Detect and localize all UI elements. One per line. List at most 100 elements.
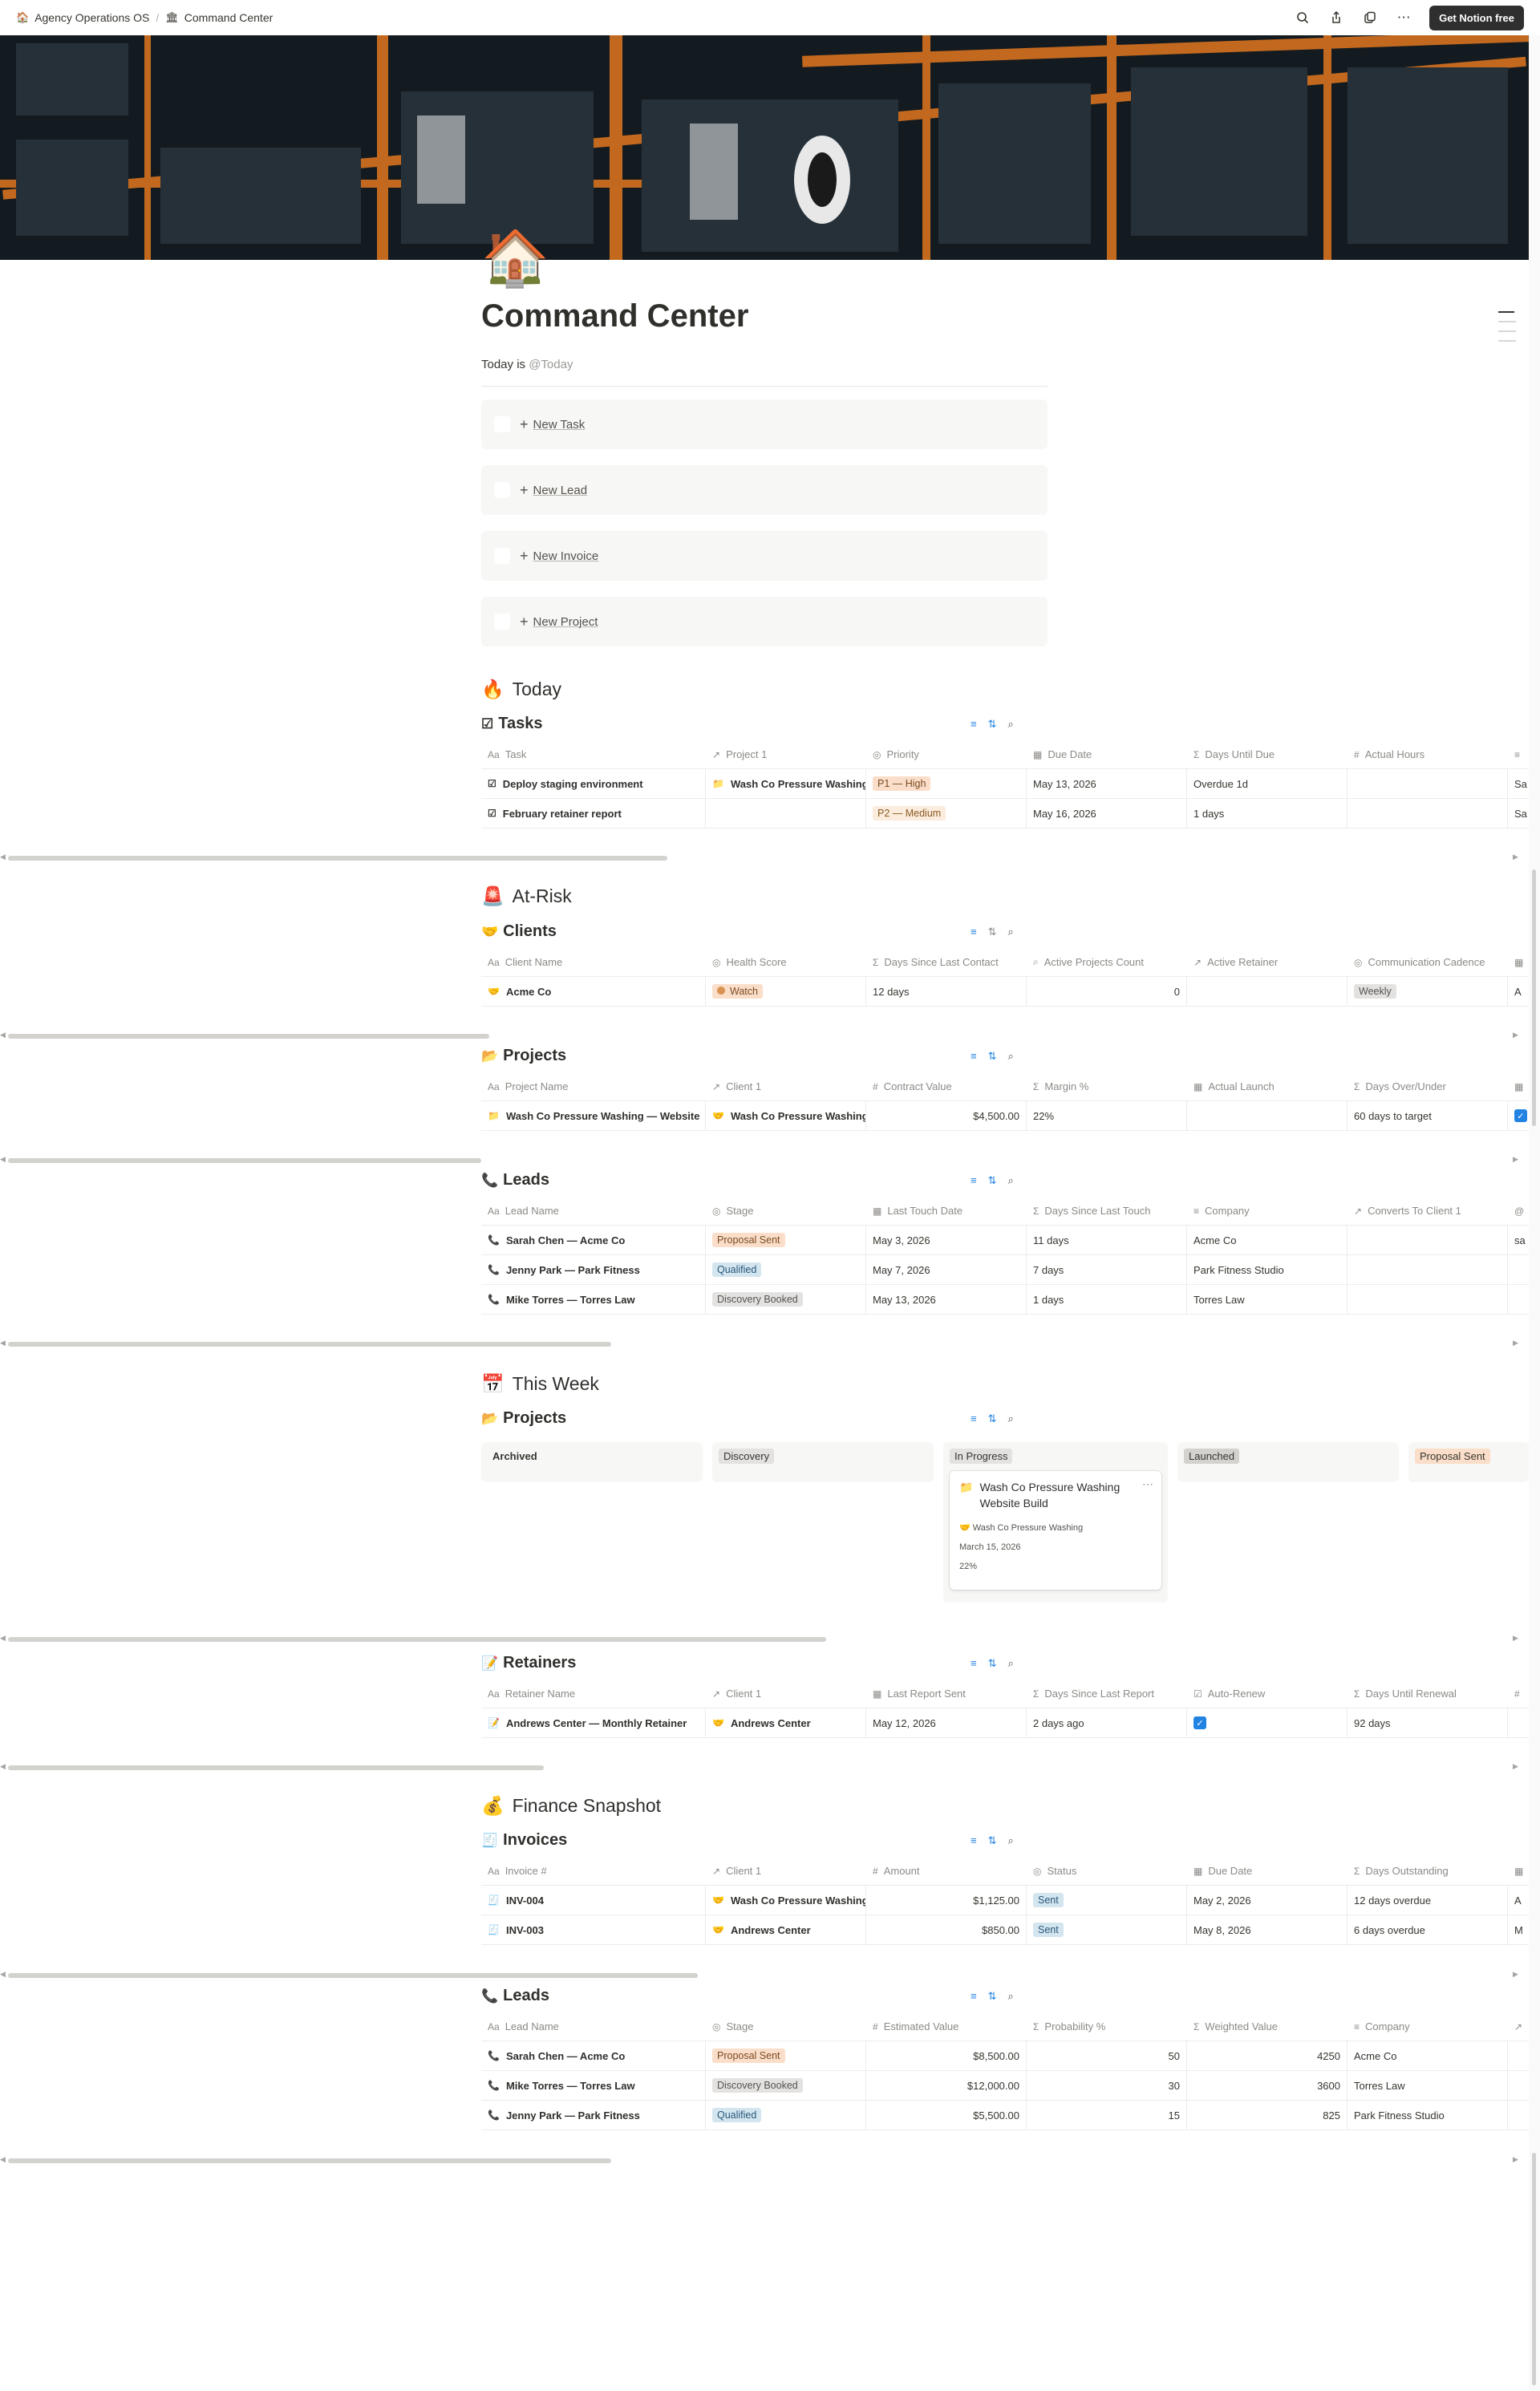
scroll-thumb[interactable] <box>8 856 667 861</box>
scroll-left-icon[interactable]: ◀ <box>0 1762 6 1771</box>
due-date-cell[interactable]: May 13, 2026 <box>1027 769 1187 798</box>
more-icon[interactable]: ⋯ <box>1396 10 1412 26</box>
col-header[interactable]: ▦ Due Date <box>1027 740 1187 768</box>
col-header[interactable]: # Amount <box>866 1857 1027 1885</box>
table-row[interactable]: 📞 Mike Torres — Torres Law Discovery Book… <box>481 1285 1529 1315</box>
scroll-thumb[interactable] <box>8 1342 611 1347</box>
col-header[interactable]: ≡ Company <box>1348 2012 1508 2040</box>
leads-fin-horizontal-scrollbar[interactable]: ◀ ▶ <box>0 2154 1529 2166</box>
col-header[interactable]: # Estimated Value <box>866 2012 1027 2040</box>
filter-icon[interactable]: ≡ <box>971 1990 977 2003</box>
scroll-thumb[interactable] <box>8 1034 489 1039</box>
page-scrollbar-thumb-lower[interactable] <box>1532 2153 1536 2385</box>
col-header[interactable]: Σ Days Since Last Touch <box>1027 1197 1187 1225</box>
converts-cell[interactable] <box>1348 1226 1508 1254</box>
lead-name-cell[interactable]: 📞 Jenny Park — Park Fitness <box>481 1255 706 1284</box>
table-row[interactable]: 📁 Wash Co Pressure Washing — Website 🤝 Was… <box>481 1101 1529 1131</box>
checkbox-checked[interactable]: ✓ <box>1194 1716 1206 1729</box>
col-header[interactable]: ↗ Project 1 <box>706 740 866 768</box>
last-report-cell[interactable]: May 12, 2026 <box>866 1708 1027 1737</box>
col-header[interactable]: # <box>1508 1680 1529 1708</box>
table-row[interactable]: 🧾 INV-004 🤝 Wash Co Pressure Washing $1,12… <box>481 1886 1529 1915</box>
scroll-left-icon[interactable]: ◀ <box>0 1031 6 1039</box>
scroll-right-icon[interactable]: ▶ <box>1513 2155 1518 2164</box>
leads-horizontal-scrollbar[interactable]: ◀ ▶ <box>0 1338 1529 1349</box>
col-header[interactable]: Aa Client Name <box>481 948 706 976</box>
search-icon[interactable]: ⌕ <box>1008 1412 1014 1425</box>
new-lead-button[interactable]: + New Lead <box>481 465 1048 515</box>
search-icon[interactable]: ⌕ <box>1008 1050 1014 1063</box>
retainer-name-cell[interactable]: 📝 Andrews Center — Monthly Retainer <box>481 1708 706 1737</box>
scroll-right-icon[interactable]: ▶ <box>1513 1970 1518 1979</box>
col-header[interactable]: ↗ Client 1 <box>706 1680 866 1708</box>
amount-cell[interactable]: $1,125.00 <box>866 1886 1027 1915</box>
estimated-value-cell[interactable]: $8,500.00 <box>866 2041 1027 2070</box>
col-header[interactable]: ▦ Last Touch Date <box>866 1197 1027 1225</box>
search-icon[interactable]: ⌕ <box>1008 1657 1014 1670</box>
col-header[interactable]: ☑ Auto-Renew <box>1187 1680 1348 1708</box>
table-row[interactable]: 📞 Jenny Park — Park Fitness Qualified May… <box>481 1255 1529 1285</box>
scroll-left-icon[interactable]: ◀ <box>0 1155 6 1164</box>
stage-cell[interactable]: Qualified <box>706 2101 866 2130</box>
sort-icon[interactable]: ⇅ <box>988 718 997 731</box>
col-header[interactable]: ≡ <box>1508 740 1529 768</box>
client-name-cell[interactable]: 🤝 Acme Co <box>481 977 706 1006</box>
retainers-view-title[interactable]: 📝 Retainers <box>481 1654 576 1672</box>
lead-name-cell[interactable]: 📞 Jenny Park — Park Fitness <box>481 2101 706 2130</box>
cadence-cell[interactable]: Weekly <box>1348 977 1508 1006</box>
table-of-contents[interactable] <box>1498 311 1516 350</box>
table-row[interactable]: 🧾 INV-003 🤝 Andrews Center $850.00 Sent Ma… <box>481 1915 1529 1945</box>
sort-icon[interactable]: ⇅ <box>988 1990 997 2003</box>
lead-name-cell[interactable]: 📞 Sarah Chen — Acme Co <box>481 2041 706 2070</box>
col-header[interactable]: ↗ <box>1508 2012 1529 2040</box>
company-cell[interactable]: Torres Law <box>1187 1285 1348 1314</box>
col-header[interactable]: # Contract Value <box>866 1072 1027 1100</box>
new-task-button[interactable]: + New Task <box>481 399 1048 449</box>
col-header[interactable]: Σ Days Over/Under <box>1348 1072 1508 1100</box>
company-cell[interactable]: Acme Co <box>1348 2041 1508 2070</box>
invoices-horizontal-scrollbar[interactable]: ◀ ▶ <box>0 1969 1529 1980</box>
board-column-in-progress[interactable]: In Progress 📁 Wash Co Pressure Washing We… <box>943 1442 1168 1603</box>
client-cell[interactable]: 🤝 Wash Co Pressure Washing <box>706 1101 866 1130</box>
board-column-proposal-sent[interactable]: Proposal Sent <box>1408 1442 1529 1482</box>
scroll-right-icon[interactable]: ▶ <box>1513 853 1518 861</box>
health-score-cell[interactable]: Watch <box>706 977 866 1006</box>
scroll-right-icon[interactable]: ▶ <box>1513 1155 1518 1164</box>
project-card[interactable]: 📁 Wash Co Pressure Washing Website Build … <box>950 1471 1161 1590</box>
days-outstanding-cell[interactable]: 6 days overdue <box>1348 1915 1508 1944</box>
due-date-cell[interactable]: May 16, 2026 <box>1027 799 1187 828</box>
stage-cell[interactable]: Qualified <box>706 1255 866 1284</box>
overflow-cell[interactable] <box>1508 2041 1529 2070</box>
invoice-number-cell[interactable]: 🧾 INV-003 <box>481 1915 706 1944</box>
board-column-archived[interactable]: Archived <box>481 1442 703 1482</box>
sort-icon[interactable]: ⇅ <box>988 1657 997 1670</box>
probability-cell[interactable]: 15 <box>1027 2101 1187 2130</box>
company-cell[interactable]: Park Fitness Studio <box>1348 2101 1508 2130</box>
invoices-view-title[interactable]: 🧾 Invoices <box>481 1831 567 1850</box>
scroll-left-icon[interactable]: ◀ <box>0 1634 6 1643</box>
estimated-value-cell[interactable]: $5,500.00 <box>866 2101 1027 2130</box>
sort-icon[interactable]: ⇅ <box>988 1050 997 1063</box>
days-since-touch-cell[interactable]: 11 days <box>1027 1226 1187 1254</box>
company-cell[interactable]: Park Fitness Studio <box>1187 1255 1348 1284</box>
overflow-cell[interactable]: A <box>1508 1886 1529 1915</box>
scroll-thumb[interactable] <box>8 1158 481 1163</box>
filter-icon[interactable]: ≡ <box>971 1834 977 1847</box>
stage-cell[interactable]: Discovery Booked <box>706 1285 866 1314</box>
scroll-right-icon[interactable]: ▶ <box>1513 1339 1518 1347</box>
col-header[interactable]: # Actual Hours <box>1348 740 1508 768</box>
stage-cell[interactable]: Proposal Sent <box>706 1226 866 1254</box>
col-header[interactable]: ⌕ Active Projects Count <box>1027 948 1187 976</box>
get-notion-button[interactable]: Get Notion free <box>1429 5 1524 30</box>
filter-icon[interactable]: ≡ <box>971 1050 977 1063</box>
card-client[interactable]: 🤝 Wash Co Pressure Washing <box>959 1522 1152 1533</box>
page-title[interactable]: Command Center <box>481 298 748 334</box>
col-header[interactable]: ◎ Health Score <box>706 948 866 976</box>
overflow-cell[interactable]: Sa <box>1508 769 1529 798</box>
stage-cell[interactable]: Proposal Sent <box>706 2041 866 2070</box>
col-header[interactable]: Aa Lead Name <box>481 2012 706 2040</box>
leads-risk-view-title[interactable]: 📞 Leads <box>481 1171 549 1189</box>
leads-fin-view-title[interactable]: 📞 Leads <box>481 1987 549 2005</box>
today-mention[interactable]: @Today <box>529 358 573 371</box>
due-date-cell[interactable]: May 8, 2026 <box>1187 1915 1348 1944</box>
